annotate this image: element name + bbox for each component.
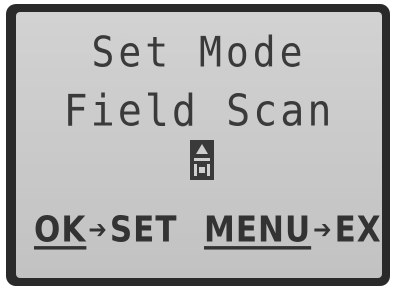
ok-key-label: OK bbox=[34, 209, 87, 251]
ok-set-hint[interactable]: OK ➔ SET bbox=[34, 205, 177, 256]
arrow-right-icon: ➔ bbox=[88, 215, 108, 245]
menu-exit-hint[interactable]: MENU ➔ EXiT bbox=[204, 205, 382, 256]
set-action-label: SET bbox=[109, 209, 178, 251]
selected-mode-label: Field Scan bbox=[63, 85, 335, 137]
arrow-right-icon: ➔ bbox=[313, 215, 333, 245]
lcd-screen: Set Mode Field Scan OK ➔ SET MENU ➔ EXiT bbox=[16, 12, 382, 278]
menu-key-label: MENU bbox=[204, 209, 312, 251]
camera-trap-icon bbox=[190, 140, 214, 180]
menu-title: Set Mode bbox=[91, 27, 307, 77]
exit-action-label: EXiT bbox=[334, 209, 382, 251]
